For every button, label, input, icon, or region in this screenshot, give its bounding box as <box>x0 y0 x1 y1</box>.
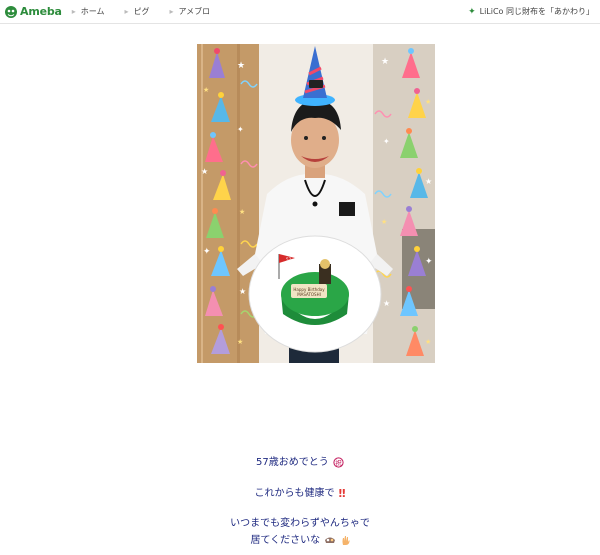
nav-label: ピグ <box>133 7 150 16</box>
brand-name: Ameba <box>20 5 62 18</box>
birthday-cake: Happy Birthday MASATOSHI 57 <box>248 235 382 353</box>
chevron-right-icon: ▸ <box>169 7 174 16</box>
svg-text:★: ★ <box>425 338 431 346</box>
svg-text:✦: ✦ <box>237 125 244 134</box>
birthday-photo: ★ ★ ✦ ★ ★ ✦ ★ ★ ★ ★ ✦ ★ ★ ✦ ★ ★ Happy Bi… <box>197 44 435 363</box>
nav-item-ameblo[interactable]: ▸ アメブロ <box>170 6 211 17</box>
chevron-right-icon: ▸ <box>71 7 76 16</box>
svg-text:★: ★ <box>239 287 246 296</box>
nav-label: ホーム <box>80 7 105 16</box>
double-exclamation-icon: ‼ <box>338 486 346 500</box>
sparkle-icon: ✦ <box>468 6 476 17</box>
congratulations-kanji-icon: 祝 <box>333 456 344 468</box>
svg-text:祝: 祝 <box>335 458 342 467</box>
bento-icon <box>325 537 336 543</box>
nav-label: アメブロ <box>178 7 211 16</box>
svg-text:★: ★ <box>381 218 387 226</box>
svg-text:★: ★ <box>239 208 245 216</box>
chevron-right-icon: ▸ <box>124 7 129 16</box>
post-line-3: いつまでも変わらずやんちゃで <box>230 518 370 529</box>
svg-text:★: ★ <box>425 98 431 106</box>
svg-text:★: ★ <box>237 338 243 346</box>
waving-hand-icon <box>342 535 350 545</box>
headline-text: LiLiCo 同じ財布を「あかわり」 <box>479 7 594 16</box>
nav-item-home[interactable]: ▸ ホーム <box>72 6 105 17</box>
svg-text:★: ★ <box>201 167 208 176</box>
svg-text:MASATOSHI: MASATOSHI <box>297 292 321 297</box>
post-photo: ★ ★ ✦ ★ ★ ✦ ★ ★ ★ ★ ✦ ★ ★ ✦ ★ ★ Happy Bi… <box>197 44 435 363</box>
svg-text:57: 57 <box>286 257 292 262</box>
svg-text:✦: ✦ <box>203 247 211 257</box>
svg-text:✦: ✦ <box>425 257 433 267</box>
post-line-4: 居てくださいな <box>0 531 600 546</box>
post-line-1: 57歳おめでとう 祝 <box>0 453 600 468</box>
main-nav: ▸ ホーム ▸ ピグ ▸ アメブロ <box>72 6 230 17</box>
svg-text:★: ★ <box>381 57 389 67</box>
headline-news-link[interactable]: ✦ LiLiCo 同じ財布を「あかわり」 <box>468 0 594 23</box>
svg-text:★: ★ <box>203 86 209 94</box>
post-line-2: これからも健康で ‼ <box>254 486 346 500</box>
ameba-logo[interactable]: Ameba <box>4 5 62 19</box>
svg-text:★: ★ <box>237 61 245 71</box>
nav-item-pigg[interactable]: ▸ ピグ <box>125 6 150 17</box>
svg-text:★: ★ <box>425 177 432 186</box>
svg-text:★: ★ <box>383 299 390 308</box>
top-nav-bar: Ameba ▸ ホーム ▸ ピグ ▸ アメブロ ✦ LiLiCo 同じ財布を「あ… <box>0 0 600 24</box>
logo-patch <box>339 202 355 216</box>
svg-text:✦: ✦ <box>383 137 390 146</box>
ameba-logo-icon <box>5 5 17 18</box>
